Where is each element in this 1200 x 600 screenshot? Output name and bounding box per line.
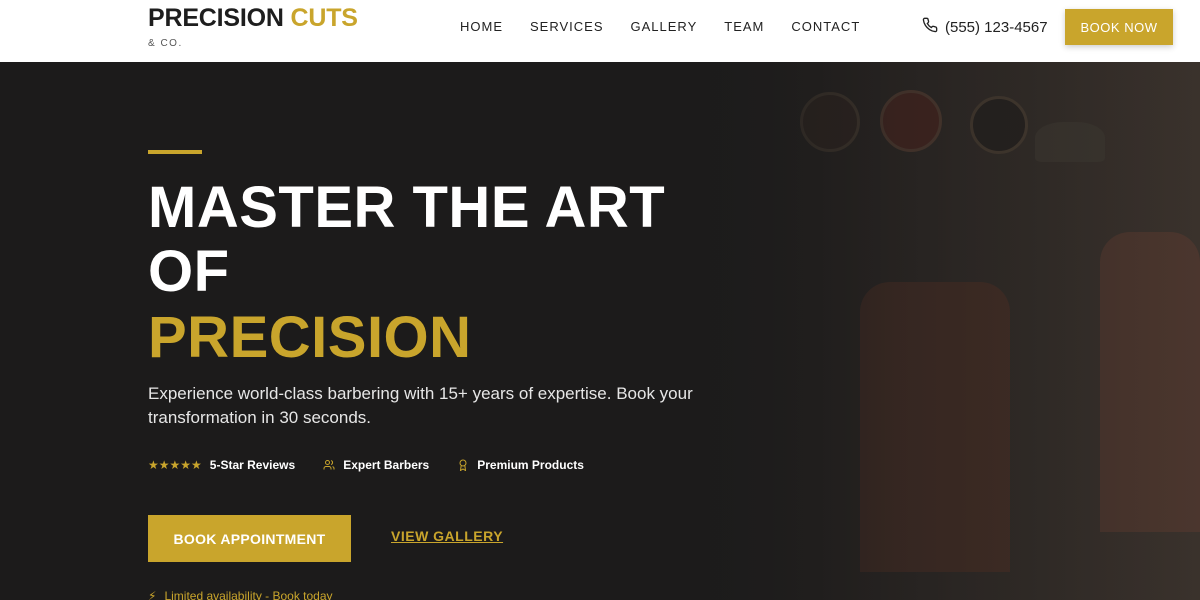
badge-label: 5-Star Reviews <box>209 458 296 472</box>
nav-home[interactable]: HOME <box>460 19 503 34</box>
hero-headline: MASTER THE ART OF <box>148 175 666 304</box>
book-now-button[interactable]: BOOK NOW <box>1065 9 1173 45</box>
hero-headline-accent: PRECISION <box>148 305 472 370</box>
logo-text: PRECISION <box>148 4 284 32</box>
nav-gallery[interactable]: GALLERY <box>631 19 698 34</box>
logo-subtitle: & CO. <box>148 38 183 49</box>
users-icon <box>323 459 335 471</box>
accent-line <box>148 150 202 154</box>
logo-accent-text: CUTS <box>290 4 358 32</box>
trust-badges: ★★★★★ 5-Star Reviews Expert Barbers Prem… <box>148 458 612 472</box>
badge-products: Premium Products <box>457 458 584 472</box>
lightning-icon: ⚡ <box>148 589 157 600</box>
phone-icon <box>922 17 938 37</box>
availability-text: Limited availability - Book today <box>164 589 333 600</box>
hero-subtext: Experience world-class barbering with 15… <box>148 384 693 427</box>
phone-number: (555) 123-4567 <box>945 18 1048 36</box>
logo[interactable]: PRECISION CUTS <box>148 4 358 33</box>
badge-label: Expert Barbers <box>343 458 430 472</box>
phone-link[interactable]: (555) 123-4567 <box>922 17 1048 37</box>
nav-team[interactable]: TEAM <box>724 19 764 34</box>
badge-label: Premium Products <box>477 458 584 472</box>
hero-section: MASTER THE ART OF PRECISION Experience w… <box>0 62 1200 600</box>
badge-reviews: ★★★★★ 5-Star Reviews <box>148 458 295 472</box>
main-nav: HOME SERVICES GALLERY TEAM CONTACT <box>460 19 887 34</box>
view-gallery-link[interactable]: VIEW GALLERY <box>391 528 503 544</box>
site-header: PRECISION CUTS & CO. HOME SERVICES GALLE… <box>0 0 1200 62</box>
badge-barbers: Expert Barbers <box>323 458 429 472</box>
availability-notice: ⚡ Limited availability - Book today <box>148 589 333 600</box>
book-appointment-button[interactable]: BOOK APPOINTMENT <box>148 515 351 562</box>
nav-contact[interactable]: CONTACT <box>791 19 860 34</box>
star-icon: ★★★★★ <box>148 458 202 472</box>
award-icon <box>457 459 469 471</box>
nav-services[interactable]: SERVICES <box>530 19 604 34</box>
